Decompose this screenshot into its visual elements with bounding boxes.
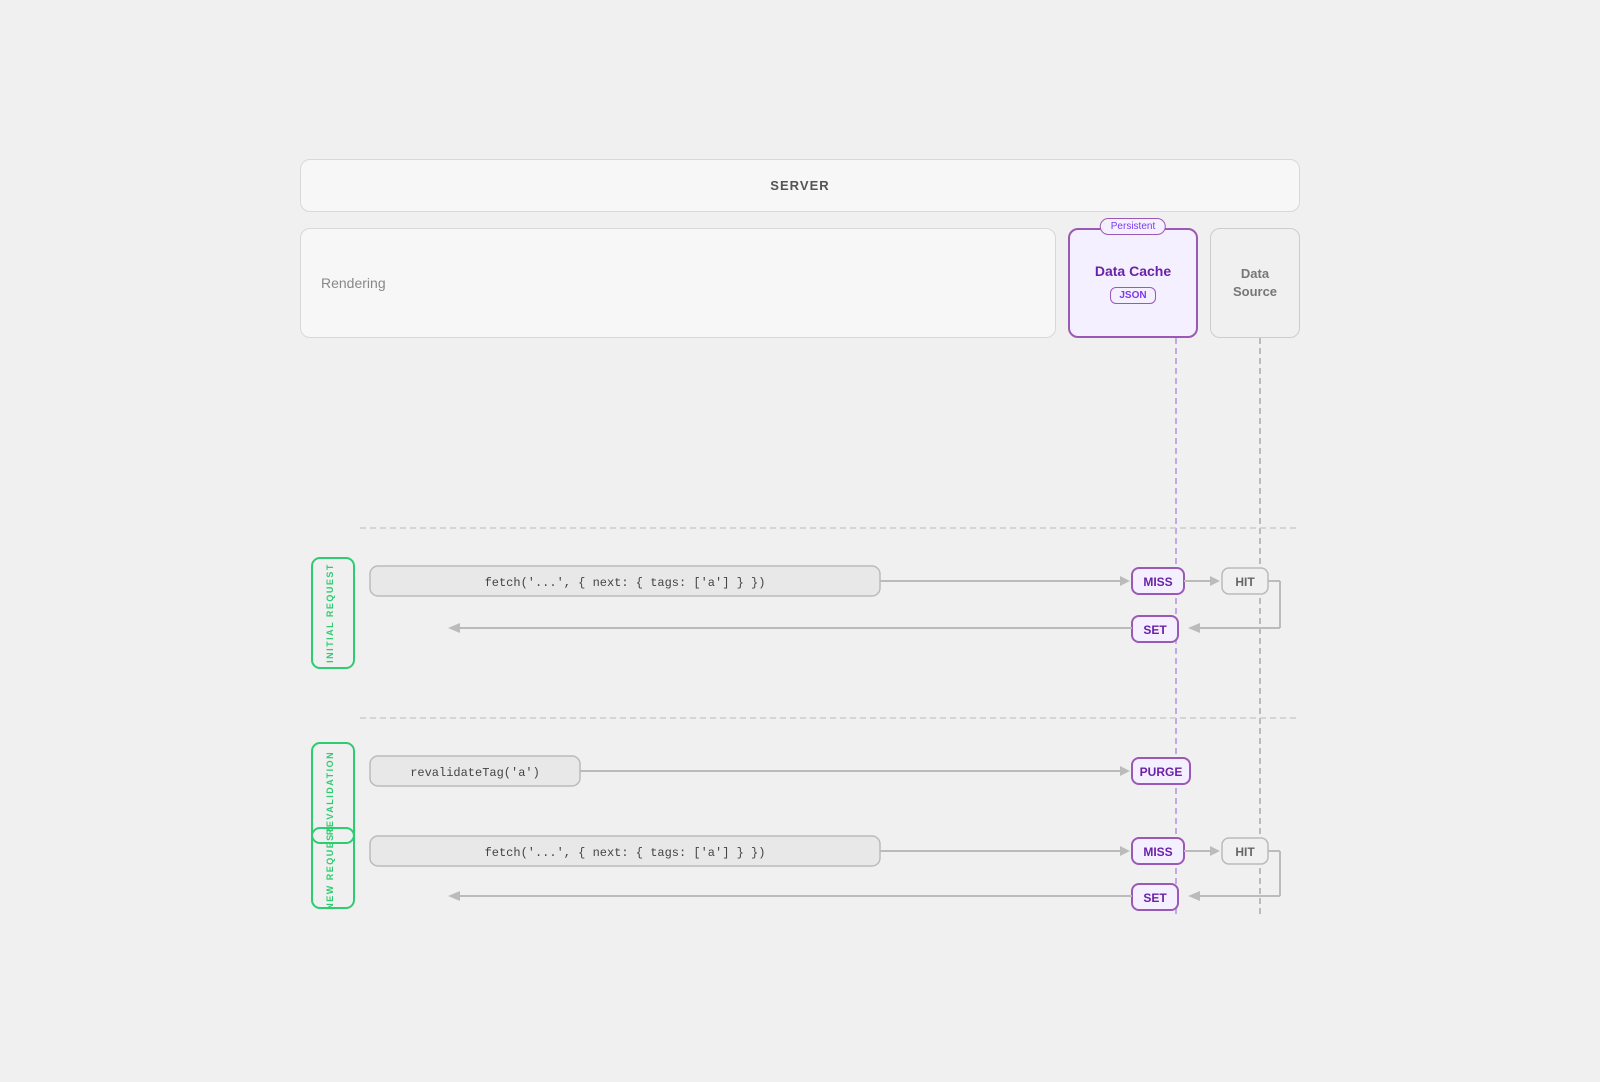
svg-text:HIT: HIT bbox=[1235, 845, 1255, 859]
svg-text:revalidateTag('a'): revalidateTag('a') bbox=[410, 766, 540, 780]
data-source-label: Data Source bbox=[1219, 265, 1291, 301]
server-label: SERVER bbox=[770, 178, 829, 193]
diagram-container: SERVER Rendering Persistent Data Cache J… bbox=[300, 159, 1300, 923]
persistent-badge: Persistent bbox=[1100, 218, 1166, 235]
svg-text:SET: SET bbox=[1143, 891, 1167, 905]
top-row: Rendering Persistent Data Cache JSON Dat… bbox=[300, 228, 1300, 338]
diagram-svg-wrapper: INITIAL REQUEST fetch('...', { next: { t… bbox=[300, 338, 1300, 923]
server-box: SERVER bbox=[300, 159, 1300, 212]
data-cache-title: Data Cache bbox=[1095, 263, 1171, 279]
svg-text:fetch('...', { next: { tags: [: fetch('...', { next: { tags: ['a'] } }) bbox=[485, 846, 766, 860]
svg-text:NEW REQUEST: NEW REQUEST bbox=[325, 826, 335, 910]
data-source-box: Data Source bbox=[1210, 228, 1300, 338]
main-diagram-svg: INITIAL REQUEST fetch('...', { next: { t… bbox=[300, 338, 1300, 918]
svg-text:SET: SET bbox=[1143, 623, 1167, 637]
svg-text:PURGE: PURGE bbox=[1140, 765, 1183, 779]
new-request-label: NEW REQUEST bbox=[312, 826, 354, 910]
initial-request-label: INITIAL REQUEST bbox=[312, 558, 354, 668]
rendering-box: Rendering bbox=[300, 228, 1056, 338]
svg-text:MISS: MISS bbox=[1143, 845, 1172, 859]
svg-text:MISS: MISS bbox=[1143, 575, 1172, 589]
rendering-label: Rendering bbox=[321, 275, 386, 291]
json-badge: JSON bbox=[1110, 287, 1155, 304]
data-cache-box: Persistent Data Cache JSON bbox=[1068, 228, 1198, 338]
svg-text:INITIAL REQUEST: INITIAL REQUEST bbox=[325, 563, 335, 663]
svg-text:fetch('...', { next: { tags: [: fetch('...', { next: { tags: ['a'] } }) bbox=[485, 576, 766, 590]
svg-text:HIT: HIT bbox=[1235, 575, 1255, 589]
svg-text:REVALIDATION: REVALIDATION bbox=[325, 751, 335, 835]
